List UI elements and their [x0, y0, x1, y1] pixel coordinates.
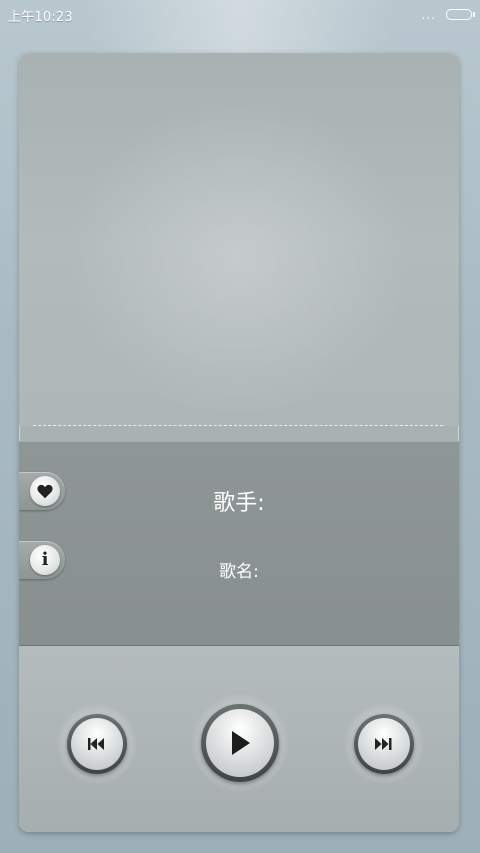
cover-divider: [33, 425, 443, 426]
skip-next-icon: [358, 718, 410, 770]
artist-label: 歌手:: [213, 491, 265, 516]
player-card: i 歌手: 歌名:: [19, 53, 459, 832]
status-more-dots: ...: [421, 8, 436, 22]
playback-controls: [19, 646, 459, 832]
play-button[interactable]: [191, 694, 289, 792]
album-art-area: [19, 53, 459, 426]
next-button[interactable]: [344, 704, 424, 784]
play-icon: [206, 709, 274, 777]
skip-previous-icon: [71, 718, 123, 770]
status-bar: 上午10:23 ...: [0, 0, 480, 28]
status-time: 上午10:23: [8, 10, 73, 25]
song-title-label: 歌名:: [219, 562, 259, 582]
track-info-panel: i 歌手: 歌名:: [19, 441, 459, 647]
previous-button[interactable]: [57, 704, 137, 784]
battery-icon: [446, 9, 475, 20]
